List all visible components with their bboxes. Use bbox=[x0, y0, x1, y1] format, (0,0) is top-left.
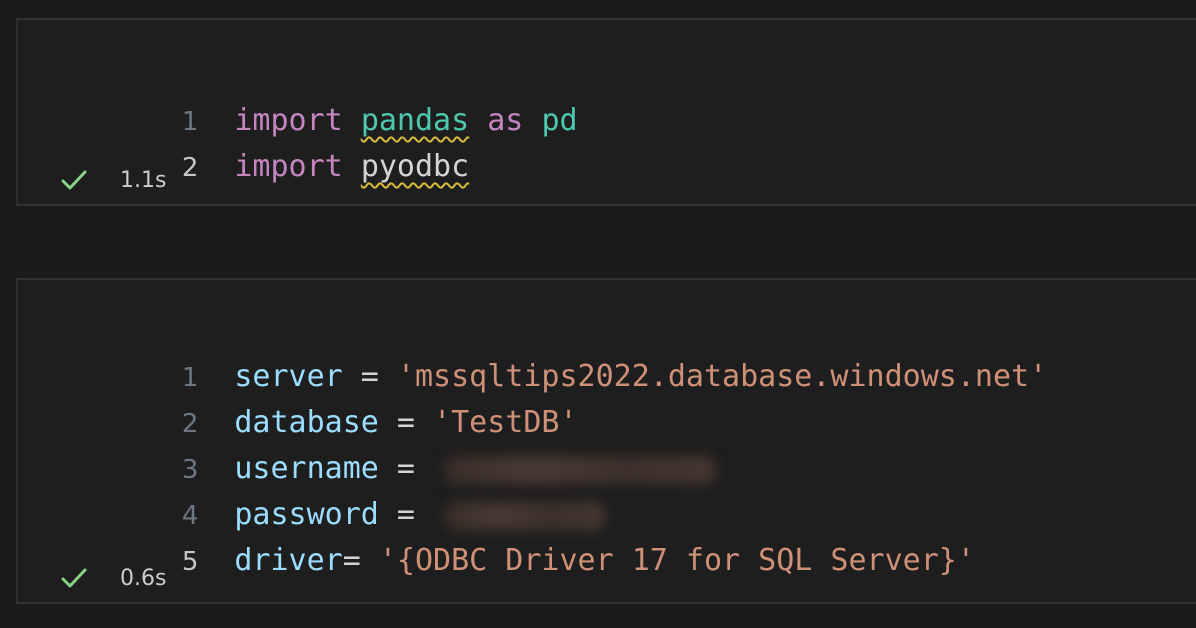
check-icon bbox=[61, 170, 87, 190]
code-line[interactable]: 3 username = bbox=[18, 400, 716, 486]
module-alias: pd bbox=[541, 103, 578, 138]
code-line[interactable]: 1 server = 'mssqltips2022.database.window… bbox=[18, 308, 1047, 394]
cell-gap[interactable] bbox=[0, 206, 1196, 278]
cell-status: 0.6s bbox=[58, 560, 166, 596]
variable-name: driver bbox=[234, 543, 343, 578]
notebook-editor: 1 import pandas as pd 2 import pyodbc 1.1s… bbox=[0, 0, 1196, 628]
check-icon bbox=[61, 568, 87, 588]
operator: = bbox=[342, 543, 379, 578]
keyword-import: import bbox=[234, 149, 343, 184]
cell-status: 1.1s bbox=[58, 162, 166, 198]
keyword-as: as bbox=[487, 103, 524, 138]
string-value: '{ODBC Driver 17 for SQL Server}' bbox=[378, 543, 975, 578]
code-cell-2[interactable]: 1 server = 'mssqltips2022.database.window… bbox=[16, 278, 1196, 604]
code-line[interactable]: 5 driver= '{ODBC Driver 17 for SQL Server… bbox=[18, 492, 975, 578]
execution-time: 1.1s bbox=[120, 167, 167, 193]
code-line[interactable]: 1 import pandas as pd bbox=[18, 52, 578, 138]
execution-time: 0.6s bbox=[120, 565, 167, 591]
code-line[interactable]: 2 database = 'TestDB' bbox=[18, 354, 578, 440]
code-line[interactable]: 2 import pyodbc bbox=[18, 98, 469, 184]
module-name: pyodbc bbox=[360, 149, 470, 184]
code-cell-1[interactable]: 1 import pandas as pd 2 import pyodbc 1.1s bbox=[16, 18, 1196, 206]
code-line[interactable]: 4 password = bbox=[18, 446, 606, 532]
